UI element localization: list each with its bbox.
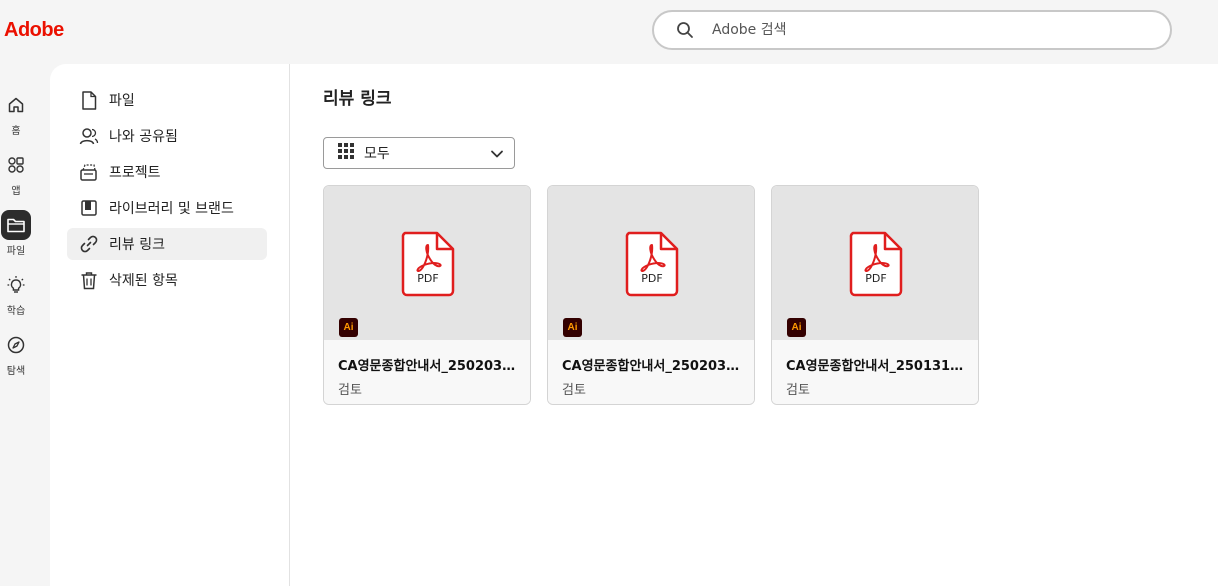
rail-item-explore[interactable]: 탐색 [0, 330, 32, 377]
search-icon [676, 20, 696, 40]
subnav-item-deleted[interactable]: 삭제된 항목 [67, 264, 267, 296]
lightbulb-icon [1, 270, 31, 300]
project-icon [79, 162, 99, 182]
search-box[interactable] [652, 10, 1172, 50]
file-icon [79, 90, 99, 110]
link-icon [79, 234, 99, 254]
card-file-name: CA영문종합안내서_250203_... [338, 359, 520, 374]
review-link-card[interactable]: PDF Ai CA영문종합안내서_250131_... 검토 [771, 185, 979, 405]
filter-dropdown[interactable]: 모두 [323, 137, 515, 169]
rail-item-files[interactable]: 파일 [0, 210, 32, 257]
shared-user-icon [79, 126, 99, 146]
card-status: 검토 [786, 383, 810, 398]
card-thumbnail: PDF Ai [324, 186, 530, 340]
trash-icon [79, 270, 99, 290]
pdf-label: PDF [865, 272, 887, 285]
apps-icon [1, 150, 31, 180]
grid-icon [338, 143, 354, 163]
left-rail: 홈 앱 파일 학습 탐색 [0, 90, 32, 390]
rail-label-apps: 앱 [11, 186, 21, 197]
card-thumbnail: PDF Ai [548, 186, 754, 340]
card-file-name: CA영문종합안내서_250203_... [562, 359, 744, 374]
card-footer: CA영문종합안내서_250203_... 검토 [548, 340, 754, 404]
illustrator-badge-icon: Ai [787, 318, 806, 337]
search-input[interactable] [712, 22, 1132, 38]
rail-label-home: 홈 [11, 126, 21, 137]
card-thumbnail: PDF Ai [772, 186, 978, 340]
pdf-file-icon: PDF [401, 231, 455, 301]
pdf-label: PDF [641, 272, 663, 285]
pdf-label: PDF [417, 272, 439, 285]
subnav-label-libraries: 라이브러리 및 브랜드 [109, 201, 234, 217]
subnav-label-projects: 프로젝트 [109, 165, 161, 181]
subnav-item-shared[interactable]: 나와 공유됨 [67, 120, 267, 152]
rail-item-learn[interactable]: 학습 [0, 270, 32, 317]
card-footer: CA영문종합안내서_250203_... 검토 [324, 340, 530, 404]
home-icon [1, 90, 31, 120]
card-status: 검토 [562, 383, 586, 398]
pdf-file-icon: PDF [849, 231, 903, 301]
card-status: 검토 [338, 383, 362, 398]
subnav-label-deleted: 삭제된 항목 [109, 273, 178, 289]
subnav-item-review-links[interactable]: 리뷰 링크 [67, 228, 267, 260]
rail-label-explore: 탐색 [6, 366, 26, 377]
review-link-cards: PDF Ai CA영문종합안내서_250203_... 검토 PDF Ai CA… [323, 185, 995, 405]
rail-label-files: 파일 [6, 246, 26, 257]
subnav-label-files: 파일 [109, 93, 135, 109]
review-link-card[interactable]: PDF Ai CA영문종합안내서_250203_... 검토 [547, 185, 755, 405]
rail-item-home[interactable]: 홈 [0, 90, 32, 137]
rail-label-learn: 학습 [6, 306, 26, 317]
library-icon [79, 198, 99, 218]
subnav-item-projects[interactable]: 프로젝트 [67, 156, 267, 188]
folder-icon [1, 210, 31, 240]
subnav-label-review-links: 리뷰 링크 [109, 237, 165, 253]
subnav-item-libraries[interactable]: 라이브러리 및 브랜드 [67, 192, 267, 224]
subnav-label-shared: 나와 공유됨 [109, 129, 178, 145]
main-panel: 파일 나와 공유됨 프로젝트 라이브러리 및 브랜드 리뷰 링크 삭제된 항목 … [50, 64, 1218, 586]
adobe-logo[interactable]: Adobe [4, 19, 64, 42]
page-title: 리뷰 링크 [323, 89, 392, 109]
illustrator-badge-icon: Ai [563, 318, 582, 337]
rail-item-apps[interactable]: 앱 [0, 150, 32, 197]
card-footer: CA영문종합안내서_250131_... 검토 [772, 340, 978, 404]
compass-icon [1, 330, 31, 360]
chevron-down-icon [490, 146, 504, 165]
filter-label: 모두 [364, 146, 390, 162]
subnav-item-files[interactable]: 파일 [67, 84, 267, 116]
card-file-name: CA영문종합안내서_250131_... [786, 359, 968, 374]
illustrator-badge-icon: Ai [339, 318, 358, 337]
files-subnav: 파일 나와 공유됨 프로젝트 라이브러리 및 브랜드 리뷰 링크 삭제된 항목 [50, 64, 290, 586]
pdf-file-icon: PDF [625, 231, 679, 301]
review-link-card[interactable]: PDF Ai CA영문종합안내서_250203_... 검토 [323, 185, 531, 405]
